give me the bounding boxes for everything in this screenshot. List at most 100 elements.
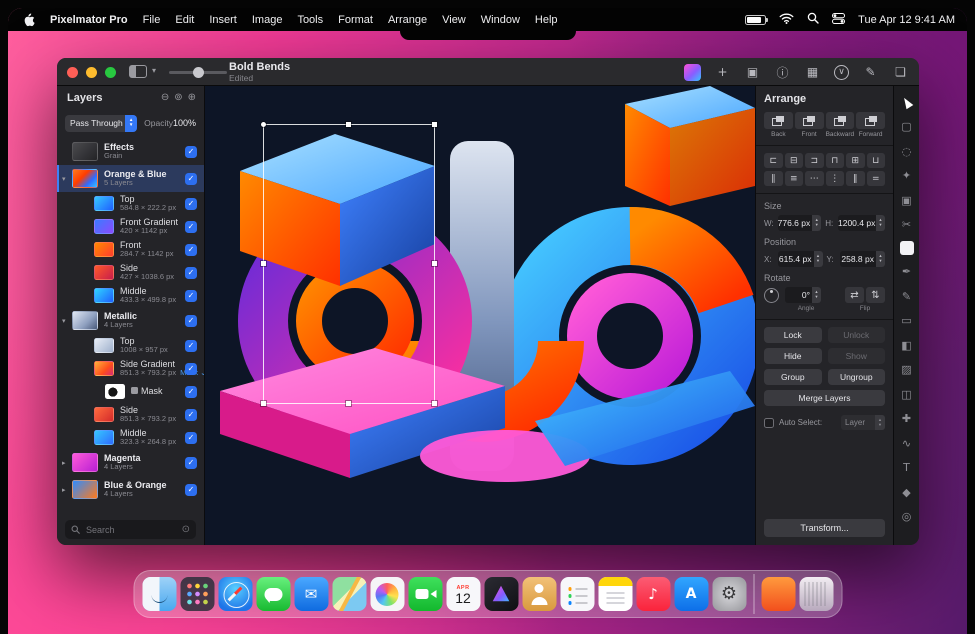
crop-tool[interactable]: ▣	[899, 192, 915, 208]
menu-item[interactable]: File	[143, 14, 161, 26]
distribute-v-icon[interactable]: ≡	[785, 171, 804, 186]
zoom-tool[interactable]: ◎	[899, 509, 915, 525]
space-h-icon[interactable]: ⋯	[805, 171, 824, 186]
layer-row[interactable]: ▸ Blue & Orange 4 Layers ✓	[57, 476, 204, 503]
dock-facetime[interactable]	[408, 577, 442, 611]
layer-row[interactable]: Front Gradient 420 × 1142 px ✓	[57, 215, 204, 238]
insert-photo-icon[interactable]: ▣	[744, 64, 761, 81]
layer-row[interactable]: Mask ✓	[57, 380, 204, 403]
layer-visibility-checkbox[interactable]: ✓	[185, 244, 197, 256]
zoom-slider[interactable]	[169, 71, 227, 74]
dock-photos[interactable]	[370, 577, 404, 611]
auto-select-dropdown[interactable]: Layer ▲▼	[841, 415, 885, 430]
dock-maps[interactable]	[332, 577, 366, 611]
align-bottom-icon[interactable]: ⊔	[867, 153, 886, 168]
search-filter-icon[interactable]: ⊙	[182, 524, 190, 535]
retouch-tool[interactable]: ✚	[899, 411, 915, 427]
pen-tool[interactable]: ✒	[899, 264, 915, 280]
layer-visibility-checkbox[interactable]: ✓	[185, 340, 197, 352]
dock-contacts[interactable]	[522, 577, 556, 611]
layer-row[interactable]: ▾ Orange & Blue 5 Layers ✓	[57, 165, 204, 192]
gradient-tool[interactable]: ▨	[899, 362, 915, 378]
transform-button[interactable]: Transform...	[764, 519, 885, 537]
align-top-icon[interactable]: ⊓	[826, 153, 845, 168]
ungroup-button[interactable]: Ungroup	[828, 369, 886, 385]
group-button[interactable]: Group	[764, 369, 822, 385]
slice-tool[interactable]: ✂	[899, 217, 915, 233]
layer-row[interactable]: Side 427 × 1038.6 px ✓	[57, 261, 204, 284]
layer-visibility-checkbox[interactable]: ✓	[185, 221, 197, 233]
paint-tool[interactable]: ✎	[899, 288, 915, 304]
layer-visibility-checkbox[interactable]: ✓	[185, 432, 197, 444]
layer-visibility-checkbox[interactable]: ✓	[185, 409, 197, 421]
selection-handle[interactable]	[346, 401, 351, 406]
align-middle-icon[interactable]: ⊞	[846, 153, 865, 168]
selection-handle[interactable]	[432, 122, 437, 127]
dock-music[interactable]: ♪	[636, 577, 670, 611]
layer-disclosure-icon[interactable]: ▾	[62, 175, 72, 183]
x-field[interactable]: 615.4 px▲▼	[778, 251, 823, 267]
crop-icon[interactable]: ▦	[804, 64, 821, 81]
distribute-h-icon[interactable]: ∥	[764, 171, 783, 186]
info-icon[interactable]: ⓘ	[774, 64, 791, 81]
dock-pixelmator-pro[interactable]	[484, 577, 518, 611]
menu-item[interactable]: View	[442, 14, 466, 26]
layers-search-bar[interactable]: ⊙	[65, 520, 196, 539]
shape-tool[interactable]: ◆	[899, 484, 915, 500]
type-tool[interactable]: T	[899, 460, 915, 476]
dock-finder[interactable]	[142, 577, 176, 611]
menu-app-name[interactable]: Pixelmator Pro	[50, 14, 128, 26]
selection-handle[interactable]	[432, 401, 437, 406]
menu-item[interactable]: Tools	[297, 14, 323, 26]
selection-handle[interactable]	[261, 401, 266, 406]
zoom-slider-knob[interactable]	[193, 67, 204, 78]
align-center-h-icon[interactable]: ⊟	[785, 153, 804, 168]
dock-divider[interactable]	[753, 574, 754, 614]
layer-disclosure-icon[interactable]: ▸	[62, 459, 72, 467]
sidebar-toggle-chevron-icon[interactable]: ▾	[152, 66, 156, 75]
menu-item[interactable]: Window	[481, 14, 520, 26]
dock-trash[interactable]	[799, 577, 833, 611]
wifi-icon[interactable]	[779, 13, 794, 27]
menu-item[interactable]: Image	[252, 14, 283, 26]
rotate-knob[interactable]	[764, 288, 779, 303]
dock-safari[interactable]	[218, 577, 252, 611]
x-stepper[interactable]: ▲▼	[814, 251, 823, 267]
flip-vertical-icon[interactable]: ⇅	[866, 287, 885, 303]
layer-row[interactable]: ▾ Metallic 4 Layers ✓	[57, 307, 204, 334]
control-center-icon[interactable]	[832, 13, 845, 27]
canvas[interactable]	[205, 86, 755, 545]
layer-visibility-checkbox[interactable]: ✓	[185, 198, 197, 210]
layer-visibility-checkbox[interactable]: ✓	[185, 315, 197, 327]
battery-icon[interactable]	[745, 15, 766, 25]
layer-visibility-checkbox[interactable]: ✓	[185, 290, 197, 302]
order-button[interactable]	[826, 112, 855, 129]
dock-settings[interactable]: ⚙	[712, 577, 746, 611]
style-swatch-icon[interactable]	[684, 64, 701, 81]
auto-select-checkbox[interactable]	[764, 418, 774, 428]
layer-visibility-checkbox[interactable]: ✓	[185, 173, 197, 185]
layer-row[interactable]: Middle 323.3 × 264.8 px ✓	[57, 426, 204, 449]
layer-visibility-checkbox[interactable]: ✓	[185, 146, 197, 158]
width-field[interactable]: 776.6 px▲▼	[778, 215, 822, 231]
selection-handle[interactable]	[346, 122, 351, 127]
color-swatch[interactable]	[900, 241, 914, 255]
layer-row[interactable]: Effects Grain ✓	[57, 138, 204, 165]
dock-reminders[interactable]	[560, 577, 594, 611]
lock-button[interactable]: Lock	[764, 327, 822, 343]
layer-disclosure-icon[interactable]: ▾	[62, 317, 72, 325]
selection-handle[interactable]	[432, 261, 437, 266]
menu-item[interactable]: Insert	[209, 14, 237, 26]
dock-launchpad[interactable]	[180, 577, 214, 611]
layer-visibility-checkbox[interactable]: ✓	[185, 267, 197, 279]
select-marquee-tool[interactable]: ▢	[899, 119, 915, 135]
equal-width-icon[interactable]: ‖	[846, 171, 865, 186]
menu-item[interactable]: Help	[535, 14, 558, 26]
layer-row[interactable]: Middle 433.3 × 499.8 px ✓	[57, 284, 204, 307]
format-brush-icon[interactable]: ✎	[862, 64, 879, 81]
dock-calendar[interactable]: APR 12	[446, 577, 480, 611]
align-left-icon[interactable]: ⊏	[764, 153, 783, 168]
layer-options-icon[interactable]: ⊚	[174, 92, 182, 103]
order-button[interactable]	[764, 112, 793, 129]
selection-handle[interactable]	[261, 122, 266, 127]
